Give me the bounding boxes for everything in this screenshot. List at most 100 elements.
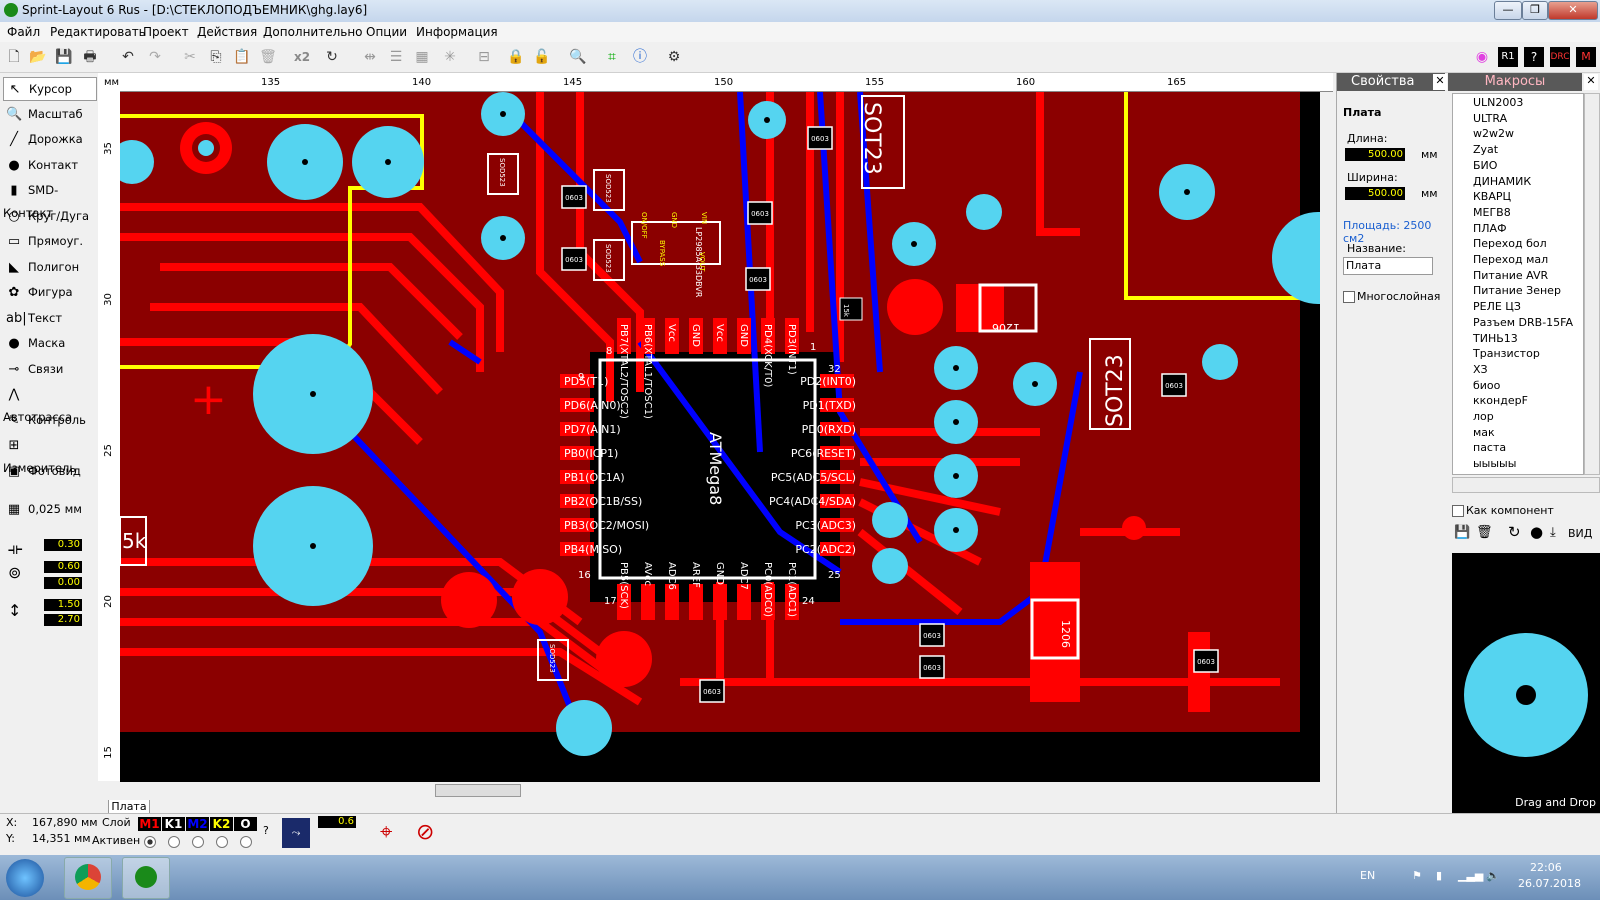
paste-icon[interactable]: 📋 — [232, 47, 252, 67]
pad-inner-input[interactable]: 0.00 — [44, 577, 82, 589]
macro-item[interactable]: ULTRA — [1473, 112, 1507, 125]
settings-gear-icon[interactable]: ⚙ — [664, 47, 684, 67]
copy-icon[interactable]: ⎘ — [206, 47, 226, 67]
macro-item[interactable]: лор — [1473, 410, 1494, 423]
smd-width-input[interactable]: 1.50 — [44, 599, 82, 611]
group-icon[interactable]: ▦ — [412, 47, 432, 67]
taskbar-chrome[interactable] — [64, 857, 112, 899]
new-file-icon[interactable]: 🗋 — [4, 47, 24, 67]
grid-size[interactable]: ▦ 0,025 мм — [3, 498, 95, 520]
macro-save-icon[interactable]: 💾 — [1454, 525, 1470, 540]
macro-item[interactable]: РЕЛЕ ЦЗ — [1473, 300, 1521, 313]
minimize-button[interactable]: — — [1494, 1, 1522, 20]
tool-text[interactable]: ab|Текст — [3, 307, 95, 329]
component-icon[interactable]: ⊟ — [474, 47, 494, 67]
pcb-canvas[interactable]: + PD5(T1) PD6(AIN0) PD7(AIN1) PB0(ICP1) PB1(… — [120, 92, 1320, 782]
flag-icon[interactable]: ⚑ — [1412, 869, 1422, 882]
macro-item[interactable]: ХЗ — [1473, 363, 1488, 376]
no-rubberband-icon[interactable]: ⊘ — [416, 820, 434, 845]
menu-edit[interactable]: Редактировать — [50, 25, 146, 39]
layer-k1[interactable]: K1 — [162, 817, 185, 831]
macro-item[interactable]: МЕГВ8 — [1473, 206, 1511, 219]
restore-button[interactable]: ❐ — [1522, 1, 1548, 20]
as-component-checkbox[interactable] — [1452, 505, 1464, 517]
close-button[interactable]: ✕ — [1548, 1, 1598, 20]
lock-icon[interactable]: 🔒 — [506, 47, 526, 67]
properties-close-icon[interactable]: ✕ — [1433, 74, 1447, 90]
macro-item[interactable]: ULN2003 — [1473, 96, 1523, 109]
tool-photo-view[interactable]: ▣ Фотовид — [3, 460, 95, 482]
macros-close-icon[interactable]: ✕ — [1584, 74, 1598, 90]
pad-outer-input[interactable]: 0.60 — [44, 561, 82, 573]
macro-item[interactable]: Разъем DRB-15FA — [1473, 316, 1573, 329]
macro-item[interactable]: Питание AVR — [1473, 269, 1548, 282]
align-icon[interactable]: ☰ — [386, 47, 406, 67]
tool-mask[interactable]: ● Маска — [3, 332, 95, 354]
track-width-input[interactable]: 0.30 — [44, 539, 82, 551]
macros-scrollbar[interactable] — [1584, 93, 1600, 475]
macro-preview[interactable]: Drag and Drop — [1452, 553, 1600, 813]
menu-file[interactable]: Файл — [7, 25, 40, 39]
print-icon[interactable]: 🖶 — [80, 47, 100, 67]
tool-smd-pad[interactable]: ▮ SMD-Контакт — [3, 179, 95, 220]
macro-item[interactable]: биоо — [1473, 379, 1500, 392]
layer-active-radio[interactable] — [240, 836, 252, 848]
macro-item[interactable]: Питание Зенер — [1473, 284, 1561, 297]
tool-figure[interactable]: ✿ Фигура — [3, 281, 95, 303]
layer-m1[interactable]: M1 — [138, 817, 161, 831]
duplicate-x2-button[interactable]: x2 — [292, 47, 312, 67]
tool-control[interactable]: ✎ Контроль — [3, 409, 95, 431]
macro-item[interactable]: Переход бол — [1473, 237, 1547, 250]
macro-delete-icon[interactable]: 🗑 — [1476, 525, 1493, 540]
macro-item[interactable]: Переход мал — [1473, 253, 1548, 266]
name-input[interactable]: Плата — [1343, 257, 1433, 275]
tool-rectangle[interactable]: ▭ Прямоуг. — [3, 230, 95, 252]
save-icon[interactable]: 💾 — [54, 47, 74, 67]
macro-item[interactable]: ыыыыы — [1473, 457, 1516, 470]
ungroup-icon[interactable]: ✳ — [440, 47, 460, 67]
layer-active-radio[interactable] — [192, 836, 204, 848]
layer-active-radio[interactable] — [144, 836, 156, 848]
clock-date[interactable]: 26.07.2018 — [1518, 877, 1581, 890]
signal-icon[interactable]: ▁▃▅ — [1458, 869, 1483, 882]
mirror-icon[interactable]: ⇹ — [360, 47, 380, 67]
track-width-icon[interactable]: ⟛ — [8, 539, 23, 559]
tool-autoroute[interactable]: ⋀Автотрасса — [3, 383, 95, 424]
macro-item[interactable]: Zyat — [1473, 143, 1498, 156]
macro-refresh-icon[interactable]: ↻ — [1508, 523, 1521, 541]
start-button[interactable] — [6, 859, 44, 897]
volume-icon[interactable]: 🔈 — [1486, 869, 1500, 882]
trace-mode-icon[interactable]: ⤳ — [282, 818, 310, 848]
menu-additional[interactable]: Дополнительно — [263, 25, 363, 39]
multilayer-checkbox[interactable] — [1343, 291, 1355, 303]
tool-pad[interactable]: ● Контакт — [3, 154, 95, 176]
menu-project[interactable]: Проект — [143, 25, 189, 39]
pad-size-icon[interactable]: ⊚ — [8, 563, 21, 582]
tool-polygon[interactable]: ◣ Полигон — [3, 256, 95, 278]
circle-marker-icon[interactable]: ◉ — [1472, 47, 1492, 67]
macro-item[interactable]: ккондерF — [1473, 394, 1528, 407]
crop-icon[interactable]: ⌗ — [602, 47, 622, 67]
cut-icon[interactable]: ✂ — [180, 47, 200, 67]
taskbar-sprint-layout[interactable] — [122, 857, 170, 899]
smd-size-icon[interactable]: ↕ — [8, 601, 21, 620]
tool-circle[interactable]: ○ Круг/Дуга — [3, 205, 95, 227]
rotate-icon[interactable]: ↻ — [322, 47, 342, 67]
layer-o[interactable]: O — [234, 817, 257, 831]
language-indicator[interactable]: EN — [1360, 869, 1375, 882]
macros-hscrollbar[interactable] — [1452, 477, 1600, 493]
layer-active-radio[interactable] — [168, 836, 180, 848]
undo-icon[interactable]: ↶ — [118, 47, 138, 67]
macro-record-icon[interactable]: ● — [1530, 523, 1543, 541]
zoom-all-icon[interactable]: 🔍 — [568, 47, 588, 67]
macro-item[interactable]: Транзистор — [1473, 347, 1540, 360]
macro-view-button[interactable]: ВИД — [1568, 527, 1592, 540]
tool-connections[interactable]: ⊸ Связи — [3, 358, 95, 380]
layer-m2[interactable]: M2 — [186, 817, 209, 831]
tool-measure[interactable]: ⊞Измеритель — [3, 434, 95, 475]
macro-icon[interactable]: M — [1576, 47, 1596, 67]
tool-track[interactable]: ╱ Дорожка — [3, 128, 95, 150]
unlock-icon[interactable]: 🔓 — [532, 47, 552, 67]
macro-item[interactable]: w2w2w — [1473, 127, 1514, 140]
delete-icon[interactable]: 🗑 — [258, 47, 278, 67]
